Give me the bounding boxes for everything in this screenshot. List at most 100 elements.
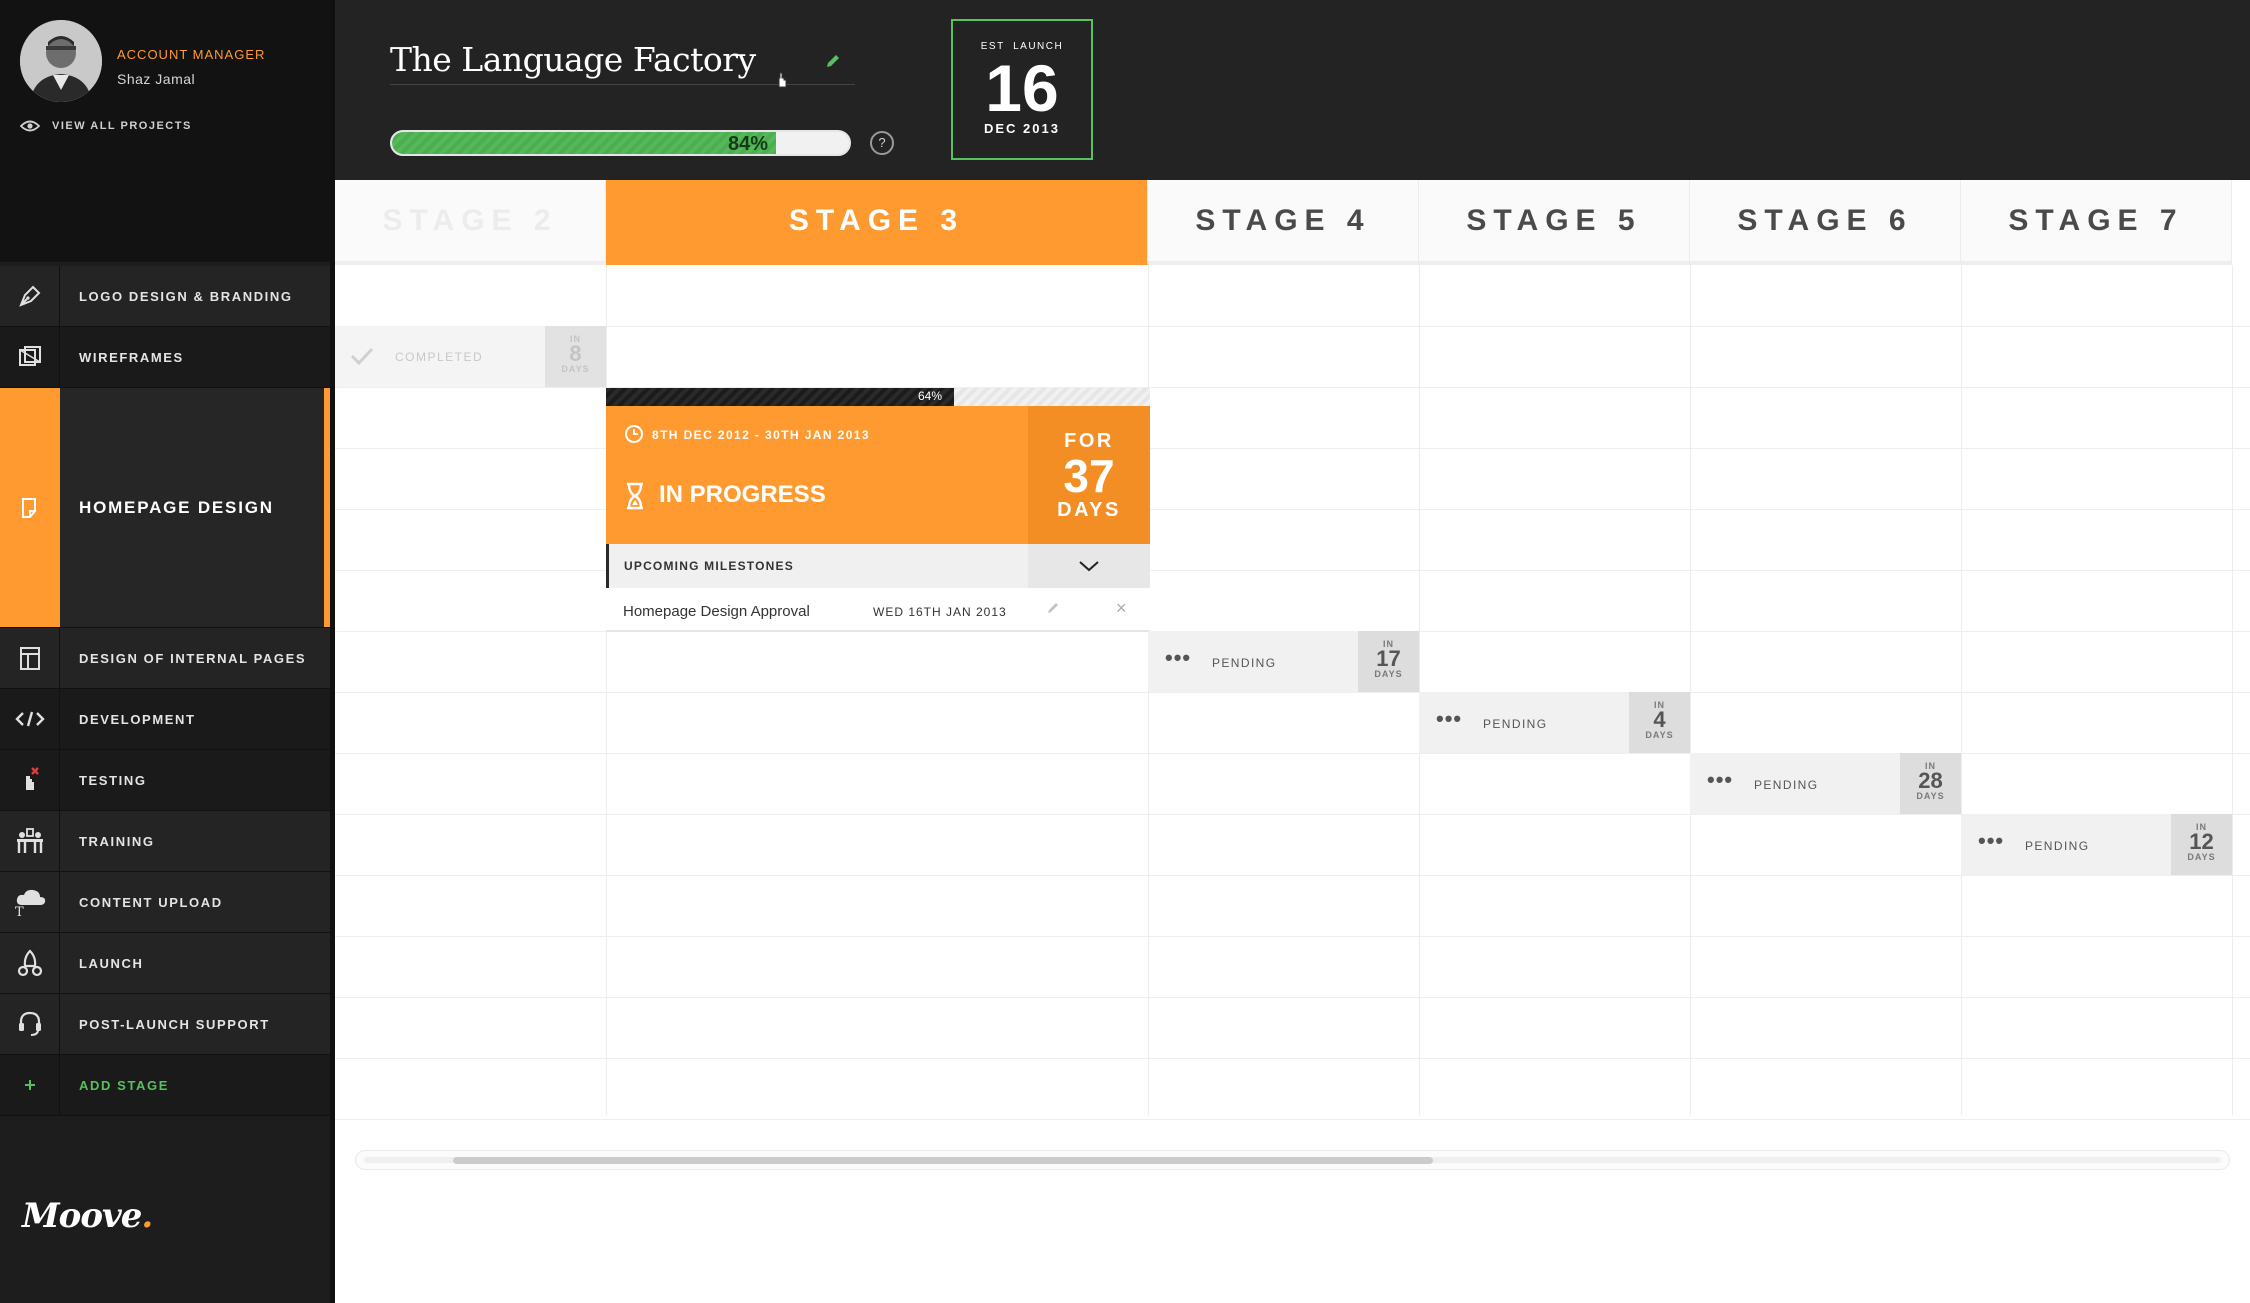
stage-header-7[interactable]: STAGE 7: [1961, 180, 2232, 265]
grid-column-line: [1961, 265, 1962, 1115]
stage-header-4[interactable]: STAGE 4: [1148, 180, 1419, 265]
nav-item-post-launch-support[interactable]: POST-LAUNCH SUPPORT: [0, 994, 330, 1055]
grid-row-line: [335, 1119, 2250, 1120]
cloud-upload-icon: T: [15, 889, 45, 917]
layout-icon: [19, 647, 40, 670]
stage-headers: STAGE 2 STAGE 3 STAGE 4 STAGE 5 STAGE 6 …: [335, 180, 2250, 265]
pending-cell-stage-7[interactable]: ••• PENDING IN 12 DAYS: [1961, 814, 2232, 875]
avatar: [20, 20, 102, 102]
milestone-date: WED 16TH JAN 2013: [873, 605, 1007, 619]
grid-column-line: [2232, 265, 2233, 1115]
nav-label: TRAINING: [79, 833, 155, 849]
nav-label: LAUNCH: [79, 955, 144, 971]
scroll-thumb[interactable]: [453, 1157, 1433, 1164]
nav-item-launch[interactable]: LAUNCH: [0, 933, 330, 994]
help-button[interactable]: ?: [870, 131, 894, 155]
grid-row-line: [335, 692, 2250, 693]
svg-text:T: T: [15, 905, 24, 917]
task-status: IN PROGRESS: [659, 481, 826, 508]
cursor-icon: [778, 72, 787, 88]
days-badge: IN 17 DAYS: [1358, 631, 1419, 692]
view-all-projects-link[interactable]: VIEW ALL PROJECTS: [20, 120, 192, 132]
grid-row-line: [335, 1058, 2250, 1059]
clock-icon: [625, 425, 643, 443]
grid-row-line: [335, 997, 2250, 998]
stage-header-5[interactable]: STAGE 5: [1419, 180, 1690, 265]
chevron-down-icon: [1079, 561, 1099, 572]
grid-column-line: [1419, 265, 1420, 1115]
milestone-row[interactable]: Homepage Design Approval WED 16TH JAN 20…: [606, 588, 1150, 632]
nav-label: CONTENT UPLOAD: [79, 894, 223, 910]
project-progress-bar: 84%: [390, 130, 851, 156]
project-title: The Language Factory: [390, 40, 756, 79]
task-progress-bar: 64%: [606, 388, 1150, 406]
account-panel: ACCOUNT MANAGER Shaz Jamal VIEW ALL PROJ…: [0, 0, 330, 262]
nav-label: HOMEPAGE DESIGN: [79, 497, 274, 517]
est-launch-day: 16: [985, 51, 1059, 125]
milestones-toggle[interactable]: [1028, 544, 1150, 588]
stage-header-2[interactable]: STAGE 2: [335, 180, 606, 265]
completed-cell[interactable]: COMPLETED IN 8 DAYS: [335, 326, 606, 387]
project-progress-fill: [392, 132, 776, 154]
nav-item-wireframes[interactable]: WIREFRAMES: [0, 327, 330, 388]
horizontal-scrollbar[interactable]: [355, 1150, 2230, 1170]
close-milestone-icon[interactable]: ×: [1116, 598, 1127, 619]
pending-cell-stage-5[interactable]: ••• PENDING IN 4 DAYS: [1419, 692, 1690, 753]
view-all-projects-label: VIEW ALL PROJECTS: [52, 120, 192, 132]
edit-milestone-icon[interactable]: [1046, 601, 1060, 615]
task-dates: 8TH DEC 2012 - 30TH JAN 2013: [652, 428, 870, 442]
in-progress-task-card[interactable]: 8TH DEC 2012 - 30TH JAN 2013 IN PROGRESS…: [606, 406, 1150, 544]
more-dots-icon: •••: [1436, 706, 1463, 731]
task-progress-label: 64%: [918, 389, 943, 403]
add-stage-button[interactable]: ADD STAGE: [0, 1055, 330, 1116]
edit-title-icon[interactable]: [825, 53, 841, 69]
more-dots-icon: •••: [1165, 645, 1192, 670]
nav-item-development[interactable]: DEVELOPMENT: [0, 689, 330, 750]
project-header: The Language Factory 84% ? EST LAUNCH 16…: [335, 0, 2250, 180]
rocket-icon: [17, 949, 42, 977]
nav-item-logo-design[interactable]: LOGO DESIGN & BRANDING: [0, 266, 330, 327]
days-badge: IN 12 DAYS: [2171, 814, 2232, 875]
sidebar: ACCOUNT MANAGER Shaz Jamal VIEW ALL PROJ…: [0, 0, 335, 1303]
task-progress-fill: [606, 388, 954, 406]
pending-label: PENDING: [1212, 656, 1277, 670]
moove-logo: Moove.: [22, 1196, 153, 1236]
milestone-name: Homepage Design Approval: [623, 603, 810, 620]
milestones-label: UPCOMING MILESTONES: [624, 559, 794, 573]
nav-item-testing[interactable]: TESTING: [0, 750, 330, 811]
pending-cell-stage-6[interactable]: ••• PENDING IN 28 DAYS: [1690, 753, 1961, 814]
grid-row-line: [335, 326, 2250, 327]
testing-icon: [25, 767, 39, 790]
nav-item-internal-pages[interactable]: DESIGN OF INTERNAL PAGES: [0, 628, 330, 689]
pending-label: PENDING: [1754, 778, 1819, 792]
pending-label: PENDING: [1483, 717, 1548, 731]
grid-row-line: [335, 936, 2250, 937]
est-launch-month: DEC 2013: [984, 121, 1060, 136]
stage-header-6[interactable]: STAGE 6: [1690, 180, 1961, 265]
more-dots-icon: •••: [1978, 828, 2005, 853]
task-duration: FOR 37 DAYS: [1028, 406, 1150, 544]
pending-cell-stage-4[interactable]: ••• PENDING IN 17 DAYS: [1148, 631, 1419, 692]
nav-item-content-upload[interactable]: T CONTENT UPLOAD: [0, 872, 330, 933]
stage-header-3[interactable]: STAGE 3: [606, 180, 1148, 265]
more-dots-icon: •••: [1707, 767, 1734, 792]
nav-item-training[interactable]: TRAINING: [0, 811, 330, 872]
grid-row-line: [335, 753, 2250, 754]
days-badge: IN 28 DAYS: [1900, 753, 1961, 814]
upcoming-milestones-header[interactable]: UPCOMING MILESTONES: [606, 544, 1150, 588]
nav-label: POST-LAUNCH SUPPORT: [79, 1016, 270, 1032]
nav-label: DEVELOPMENT: [79, 711, 196, 727]
code-icon: [14, 711, 45, 727]
days-badge: IN 4 DAYS: [1629, 692, 1690, 753]
check-icon: [350, 347, 374, 366]
headset-icon: [18, 1011, 41, 1036]
nav-item-homepage-design[interactable]: HOMEPAGE DESIGN: [0, 388, 330, 628]
account-manager-name: Shaz Jamal: [117, 71, 196, 87]
pen-icon: [18, 285, 40, 307]
plus-icon: [24, 1080, 35, 1090]
hourglass-icon: [627, 482, 643, 510]
nav-label: WIREFRAMES: [79, 349, 184, 365]
est-launch-box: EST LAUNCH 16 DEC 2013: [951, 19, 1093, 160]
project-progress-label: 84%: [728, 133, 769, 155]
training-icon: [16, 828, 43, 853]
